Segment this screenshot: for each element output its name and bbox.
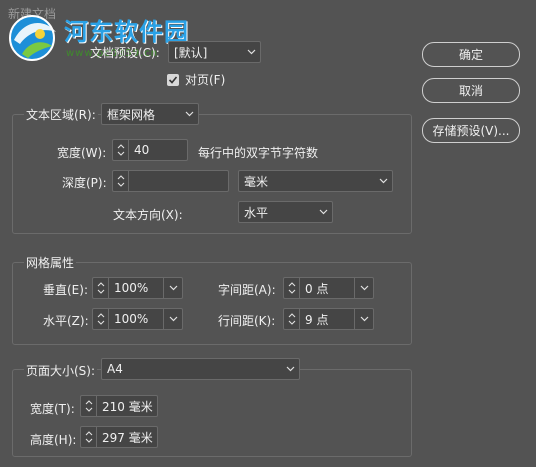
spinner-icon[interactable]: [93, 309, 109, 329]
text-width-label: 宽度(W):: [57, 146, 107, 160]
text-width-unit: 每行中的双字节字符数: [198, 146, 319, 160]
page-width-stepper[interactable]: 210 毫米: [80, 395, 158, 417]
page-size-label: 页面大小(S):: [24, 362, 98, 379]
chevron-down-icon: [374, 171, 392, 191]
char-spacing-label: 字间距(A):: [218, 283, 276, 297]
spinner-icon[interactable]: [81, 396, 97, 416]
chevron-down-icon: [281, 359, 299, 379]
page-height-stepper[interactable]: 297 毫米: [80, 426, 158, 448]
grid-group: [12, 262, 412, 345]
char-spacing-value: 0 点: [305, 281, 329, 296]
spinner-icon[interactable]: [81, 427, 97, 447]
line-spacing-value: 9 点: [305, 312, 329, 327]
save-preset-button-label: 存储预设(V)...: [432, 124, 510, 138]
chevron-down-icon[interactable]: [355, 309, 373, 329]
spinner-icon[interactable]: [284, 309, 300, 329]
chevron-down-icon[interactable]: [164, 278, 182, 298]
horizontal-stepper[interactable]: 100%: [92, 308, 183, 330]
cancel-button[interactable]: 取消: [422, 78, 520, 103]
chevron-down-icon[interactable]: [355, 278, 373, 298]
vertical-value: 100%: [114, 281, 149, 295]
preset-dropdown[interactable]: [默认]: [168, 41, 261, 63]
text-area-value: 框架网格: [107, 107, 156, 122]
horizontal-label: 水平(Z):: [43, 314, 89, 328]
text-width-stepper[interactable]: 40: [112, 139, 188, 161]
page-height-label: 高度(H):: [30, 433, 77, 447]
facing-pages-label: 对页(F): [185, 73, 226, 87]
vertical-label: 垂直(E):: [43, 283, 88, 297]
checkmark-icon: [167, 73, 179, 86]
save-preset-button[interactable]: 存储预设(V)...: [422, 118, 520, 143]
page-size-value: A4: [107, 362, 123, 376]
depth-unit-dropdown[interactable]: 毫米: [238, 170, 393, 192]
chevron-down-icon[interactable]: [164, 309, 182, 329]
page-height-value: 297 毫米: [102, 430, 153, 445]
depth-unit-value: 毫米: [244, 174, 269, 189]
page-width-label: 宽度(T):: [30, 402, 75, 416]
depth-stepper[interactable]: [112, 170, 229, 192]
vertical-stepper[interactable]: 100%: [92, 277, 183, 299]
line-spacing-label: 行间距(K):: [218, 314, 276, 328]
direction-value: 水平: [244, 205, 269, 220]
line-spacing-stepper[interactable]: 9 点: [283, 308, 374, 330]
direction-dropdown[interactable]: 水平: [238, 201, 333, 223]
spinner-icon[interactable]: [93, 278, 109, 298]
ok-button[interactable]: 确定: [422, 42, 520, 67]
facing-pages-checkbox[interactable]: 对页(F): [167, 71, 225, 88]
text-area-dropdown[interactable]: 框架网格: [101, 103, 199, 125]
text-width-value: 40: [134, 143, 150, 157]
page-width-value: 210 毫米: [102, 399, 153, 414]
cancel-button-label: 取消: [458, 84, 483, 98]
preset-label: 文档预设(C):: [90, 46, 160, 60]
chevron-down-icon: [242, 42, 260, 62]
ok-button-label: 确定: [458, 48, 483, 62]
preset-value: [默认]: [174, 45, 208, 60]
watermark-logo-icon: [9, 15, 56, 61]
chevron-down-icon: [180, 104, 198, 124]
chevron-down-icon: [314, 202, 332, 222]
depth-label: 深度(P):: [62, 176, 107, 190]
spinner-icon[interactable]: [284, 278, 300, 298]
grid-title: 网格属性: [24, 254, 77, 271]
horizontal-value: 100%: [114, 312, 149, 326]
direction-label: 文本方向(X):: [113, 208, 183, 222]
page-size-dropdown[interactable]: A4: [101, 358, 300, 380]
spinner-icon[interactable]: [113, 140, 129, 160]
spinner-icon[interactable]: [113, 171, 129, 191]
text-area-label: 文本区域(R):: [24, 106, 98, 123]
char-spacing-stepper[interactable]: 0 点: [283, 277, 374, 299]
